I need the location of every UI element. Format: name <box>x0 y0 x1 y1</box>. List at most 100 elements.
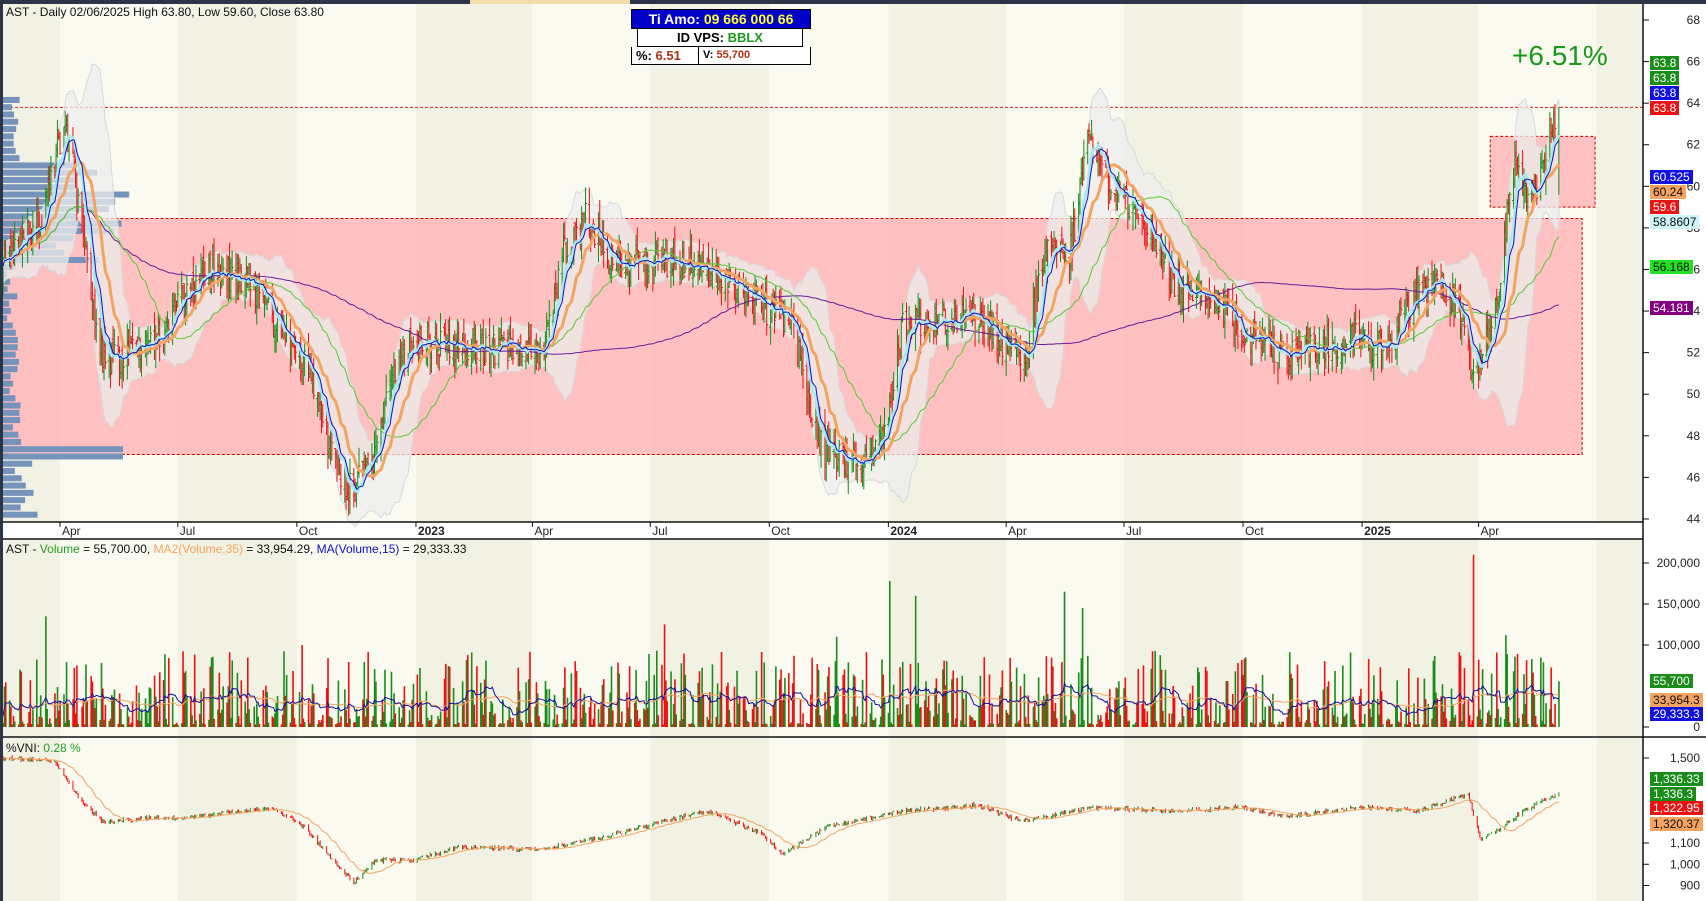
volume-bar <box>628 666 631 727</box>
volume-bar <box>837 692 839 727</box>
volume-bar <box>228 652 231 727</box>
info-box: Ti Amo: 09 666 000 66 ID VPS: BBLX %: 6.… <box>631 9 811 65</box>
value-tag: 1,336.3 <box>1650 787 1697 801</box>
volume-bar <box>988 674 991 727</box>
volume-bar <box>307 698 310 727</box>
volume-bar <box>1514 656 1516 727</box>
volume-bar <box>262 690 265 727</box>
volume-bar <box>202 688 205 727</box>
volume-bar <box>1508 722 1511 727</box>
volume-bar <box>1380 691 1383 727</box>
left-border <box>0 4 3 901</box>
value-tag: 1,336.33 <box>1650 772 1703 786</box>
stock-chart[interactable]: 444648505254565860626466680100,000150,00… <box>0 0 1706 901</box>
volume-bar <box>557 723 560 727</box>
date-tick-label: Apr <box>62 524 81 538</box>
volume-bar <box>240 680 243 727</box>
vni-legend: %VNI: 0.28 % <box>6 741 81 755</box>
volume-bar <box>249 722 252 727</box>
volume-bar <box>956 677 958 727</box>
volume-bar <box>788 673 790 727</box>
volume-bar <box>589 697 592 727</box>
volume-bar <box>222 686 224 727</box>
volume-bar <box>1364 714 1366 727</box>
volume-bar <box>874 717 877 727</box>
volume-bar <box>476 666 478 727</box>
volume-bar <box>1336 716 1339 727</box>
volume-bar <box>566 697 569 727</box>
legend-volume-value: = 55,700.00, <box>80 542 154 556</box>
volume-bar <box>847 662 850 727</box>
volume-bar <box>86 700 89 727</box>
volume-bar <box>1323 661 1326 727</box>
legend-volume: Volume <box>40 542 80 556</box>
volume-bar <box>1264 706 1266 727</box>
stats-row: %: 6.51 V: 55,700 <box>631 47 811 65</box>
volume-profile-bar <box>3 329 16 336</box>
volume-profile-bar <box>3 322 13 329</box>
pct-value: 6.51 <box>655 48 681 63</box>
date-tick-label: 2025 <box>1364 524 1391 538</box>
volume-profile-bar <box>3 489 34 496</box>
volume-profile-bar <box>3 351 16 358</box>
volume-profile-bar <box>3 446 123 453</box>
volume-bar <box>1154 650 1156 727</box>
volume-bar <box>1481 669 1484 727</box>
volume-bar <box>1418 724 1420 727</box>
volume-bar <box>463 701 465 727</box>
volume-bar <box>564 667 566 727</box>
value-tag: 63.8 <box>1650 56 1680 70</box>
volume-bar <box>68 720 70 727</box>
volume-bar <box>77 723 80 727</box>
value-tag: 55,700 <box>1650 674 1693 688</box>
phone-row: Ti Amo: 09 666 000 66 <box>631 9 811 29</box>
date-tick-label: Jul <box>652 524 667 538</box>
volume-bar <box>1055 718 1058 727</box>
volume-bar <box>539 721 542 727</box>
volume-bar <box>258 723 261 727</box>
volume-bar <box>131 701 134 727</box>
volume-bar <box>168 658 170 727</box>
volume-bar <box>1087 655 1089 727</box>
volume-bar <box>1360 688 1362 727</box>
top-strip <box>0 0 1706 4</box>
volume-bar <box>657 715 659 727</box>
value-tag: 63.8 <box>1650 86 1680 100</box>
axis-tick-label: 100,000 <box>1657 638 1701 652</box>
volume-bar <box>1083 720 1085 727</box>
volume-bar <box>1334 670 1336 727</box>
change-percent-label: +6.51% <box>1512 40 1608 71</box>
volume-profile-bar <box>3 344 18 351</box>
volume-profile-bar <box>3 417 21 424</box>
value-tag: 1,322.95 <box>1650 801 1703 815</box>
date-tick-label: Oct <box>1245 524 1264 538</box>
volume-bar <box>1173 697 1176 727</box>
axis-tick-label: 52 <box>1687 346 1701 360</box>
volume-bar <box>298 691 301 727</box>
volume-profile-bar <box>3 300 10 307</box>
date-tick-label: Jul <box>1126 524 1141 538</box>
volume-profile-bar <box>3 373 11 380</box>
volume-bar <box>992 723 995 727</box>
legend-ma35-value: = 33,954.29, <box>243 542 317 556</box>
volume-bar <box>793 655 795 727</box>
date-axis-background <box>0 522 1643 539</box>
volume-bar <box>1198 672 1200 727</box>
volume-profile-bar <box>3 358 19 365</box>
volume-profile-bar <box>3 438 21 445</box>
volume-bar <box>530 722 533 727</box>
axis-tick-label: 1,500 <box>1670 751 1700 765</box>
volume-bar <box>1445 718 1448 727</box>
volume-bar <box>1261 674 1264 727</box>
axis-tick-label: 50 <box>1687 387 1701 401</box>
volume-bar <box>1554 703 1556 727</box>
volume-bar <box>799 699 802 727</box>
volume-bar <box>910 724 913 727</box>
volume-bar <box>303 722 306 727</box>
volume-bar <box>1191 685 1194 727</box>
date-tick-label: Apr <box>1481 524 1500 538</box>
volume-bar <box>1046 693 1049 727</box>
volume-bar <box>720 651 723 727</box>
volume-bar <box>991 705 993 727</box>
volume-bar <box>1459 655 1462 727</box>
